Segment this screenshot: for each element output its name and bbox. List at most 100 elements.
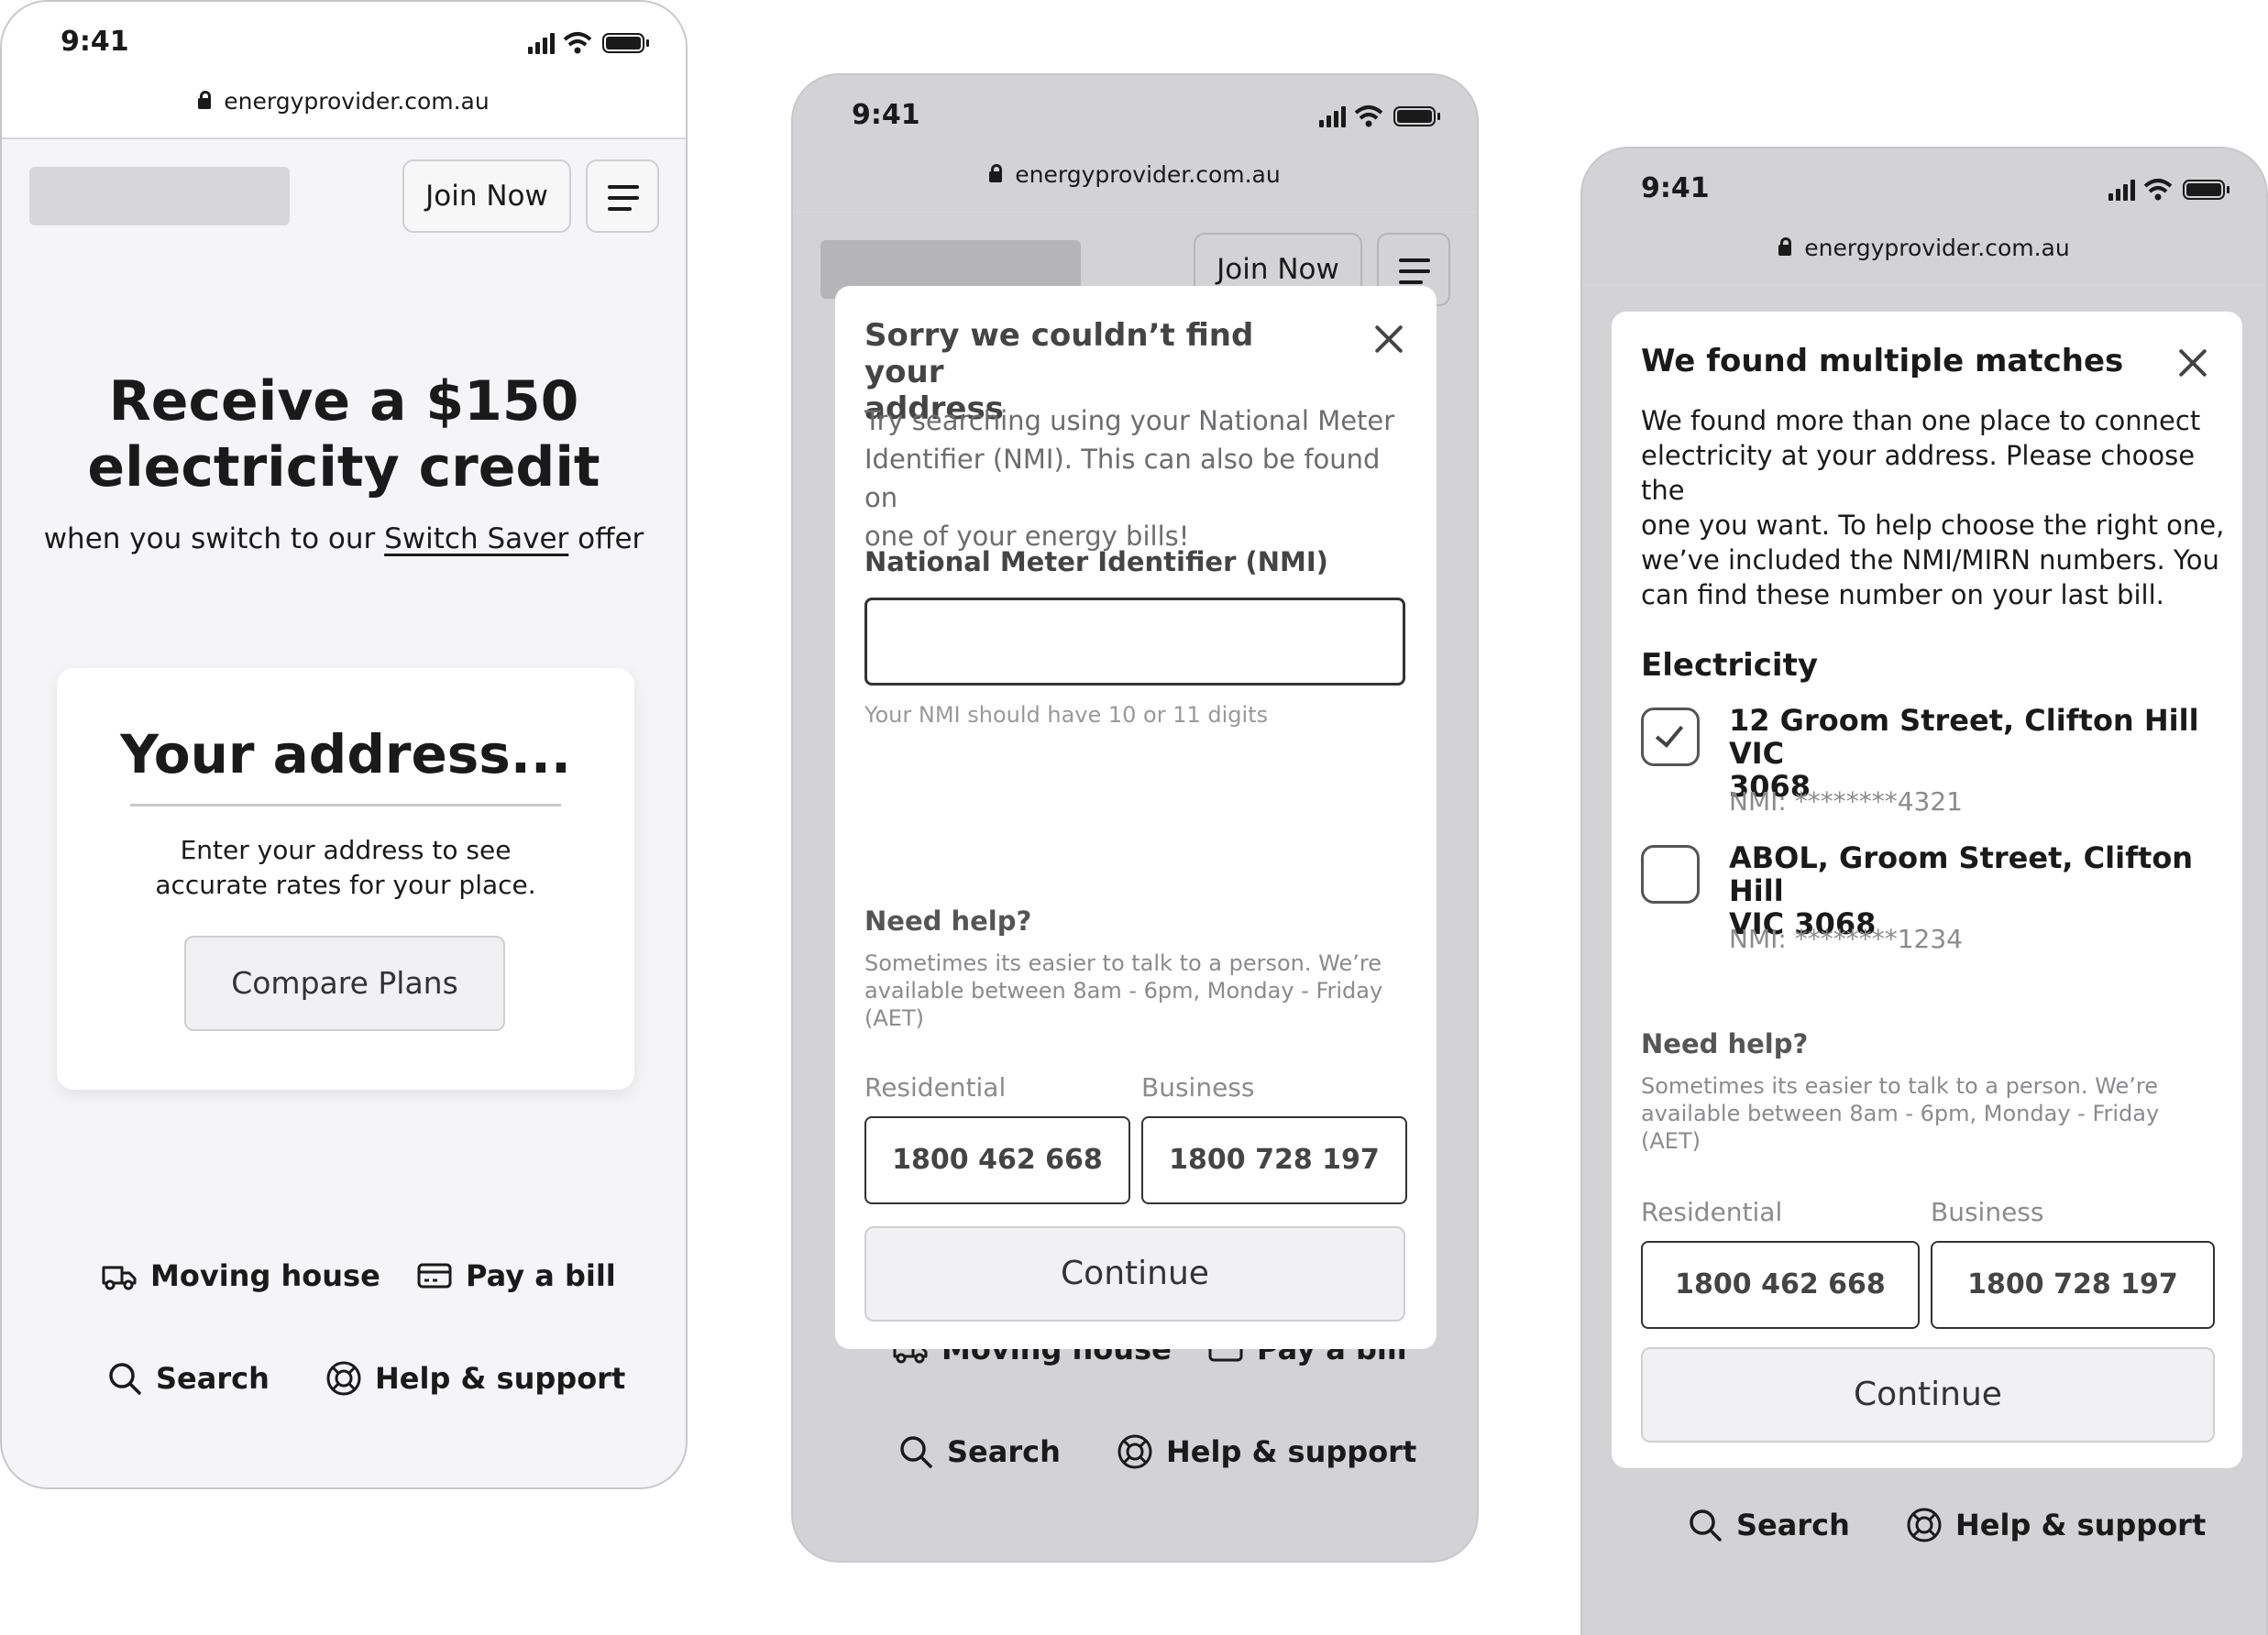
help-support-link[interactable]: Help & support (325, 1360, 625, 1397)
nmi-hint: Your NMI should have 10 or 11 digits (864, 702, 1269, 728)
address-input-heading[interactable]: Your address... (57, 723, 634, 785)
pay-bill-link[interactable]: Pay a bill (416, 1257, 616, 1294)
residential-label: Residential (864, 1072, 1007, 1103)
help-support-link: Help & support (1117, 1433, 1416, 1470)
business-label: Business (1931, 1197, 2044, 1227)
need-help-line: (AET) (1641, 1128, 1701, 1154)
hamburger-icon (1399, 258, 1430, 262)
modal-description-line: electricity at your address. Please choo… (1641, 440, 2196, 506)
need-help-heading: Need help? (1641, 1028, 1809, 1059)
need-help-text: Sometimes its easier to talk to a person… (1641, 1072, 2228, 1155)
phone-screen-multiple-matches: 9:41 energyprovider.com.au Search Help &… (1580, 147, 2268, 1635)
logo-placeholder[interactable] (29, 167, 290, 225)
business-label: Business (1141, 1072, 1255, 1103)
modal-description: We found more than one place to connect … (1641, 403, 2228, 612)
switch-saver-link[interactable]: Switch Saver (384, 522, 568, 555)
modal-description-line: Try searching using your National Meter (864, 405, 1395, 436)
status-time: 9:41 (852, 99, 920, 131)
address-bar[interactable]: energyprovider.com.au (2, 88, 686, 115)
hamburger-icon (608, 185, 639, 189)
lock-icon (989, 164, 1003, 182)
continue-button[interactable]: Continue (1641, 1347, 2215, 1443)
phone-screen-address: 9:41 energyprovider.com.au Join Now Rece… (0, 0, 688, 1489)
status-bar: 9:41 (2, 2, 686, 84)
modal-description-line: we’ve included the NMI/MIRN numbers. You (1641, 544, 2219, 576)
hamburger-icon (1399, 269, 1430, 273)
match-address-line: ABOL, Groom Street, Clifton Hill (1729, 840, 2194, 908)
match-nmi-2: NMI: ********1234 (1729, 924, 1963, 954)
modal-title-line: Sorry we couldn’t find your (864, 317, 1254, 390)
multiple-matches-modal: We found multiple matches We found more … (1612, 312, 2242, 1468)
help-support-label: Help & support (1166, 1434, 1417, 1469)
status-bar: 9:41 (1582, 148, 2266, 231)
residential-phone-button[interactable]: 1800 462 668 (864, 1116, 1130, 1204)
signal-wifi-battery-icon (1319, 105, 1440, 127)
residential-label: Residential (1641, 1197, 1783, 1227)
modal-description-line: one you want. To help choose the right o… (1641, 510, 2225, 541)
business-phone-button[interactable]: 1800 728 197 (1141, 1116, 1407, 1204)
url-text: energyprovider.com.au (1015, 161, 1281, 188)
search-icon (1690, 1509, 1722, 1542)
pay-bill-label: Pay a bill (466, 1258, 616, 1293)
help-support-label: Help & support (375, 1361, 626, 1396)
url-text: energyprovider.com.au (1804, 235, 2070, 261)
search-icon (109, 1363, 141, 1395)
need-help-heading: Need help? (864, 905, 1032, 937)
status-bar: 9:41 (793, 75, 1477, 158)
address-input-underline (130, 804, 561, 807)
address-card: Your address... Enter your address to se… (57, 668, 634, 1090)
hero-line: electricity credit (87, 435, 600, 499)
match-checkbox-1[interactable] (1641, 708, 1700, 766)
search-link: Search (1687, 1507, 1850, 1543)
nmi-field-label: National Meter Identifier (NMI) (864, 546, 1328, 577)
hero-line: Receive a $150 (108, 369, 579, 433)
address-bar[interactable]: energyprovider.com.au (793, 161, 1477, 188)
address-card-text: Enter your address to see accurate rates… (57, 833, 634, 903)
electricity-heading: Electricity (1641, 647, 1818, 684)
subtitle-text: when you switch to our (43, 522, 385, 555)
close-icon[interactable] (2174, 345, 2211, 381)
need-help-line: available between 8am - 6pm, Monday - Fr… (864, 978, 1383, 1004)
card-text-line: Enter your address to see (180, 835, 512, 865)
modal-description-line: We found more than one place to connect (1641, 405, 2201, 436)
modal-description-line: can find these number on your last bill. (1641, 579, 2164, 610)
credit-card-icon (417, 1263, 452, 1289)
card-text-line: accurate rates for your place. (155, 870, 536, 900)
need-help-line: Sometimes its easier to talk to a person… (1641, 1073, 2158, 1099)
close-icon[interactable] (1371, 321, 1407, 357)
signal-wifi-battery-icon (528, 32, 649, 54)
lock-icon (1778, 237, 1792, 256)
nmi-input[interactable] (864, 598, 1405, 686)
subtitle-text: offer (568, 522, 644, 555)
modal-title: We found multiple matches (1641, 343, 2124, 379)
modal-description-line: Identifier (NMI). This can also be found… (864, 444, 1381, 513)
status-time: 9:41 (61, 26, 129, 58)
address-bar[interactable]: energyprovider.com.au (1582, 235, 2266, 261)
match-checkbox-2[interactable] (1641, 845, 1700, 904)
hamburger-icon (608, 196, 639, 200)
continue-button[interactable]: Continue (864, 1226, 1405, 1322)
moving-house-label: Moving house (150, 1258, 380, 1293)
lifebuoy-icon (1117, 1434, 1152, 1469)
url-text: energyprovider.com.au (224, 88, 490, 115)
compare-plans-button[interactable]: Compare Plans (184, 936, 505, 1031)
lock-icon (198, 91, 212, 109)
moving-house-link[interactable]: Moving house (101, 1257, 380, 1294)
residential-phone-button[interactable]: 1800 462 668 (1641, 1241, 1920, 1329)
search-link: Search (897, 1433, 1061, 1470)
need-help-line: Sometimes its easier to talk to a person… (864, 950, 1382, 976)
lifebuoy-icon (326, 1361, 361, 1396)
signal-wifi-battery-icon (2108, 179, 2229, 201)
status-time: 9:41 (1641, 172, 1710, 204)
match-address-line: 12 Groom Street, Clifton Hill VIC (1729, 703, 2199, 771)
search-label: Search (1736, 1508, 1850, 1542)
join-now-button[interactable]: Join Now (402, 159, 571, 233)
business-phone-button[interactable]: 1800 728 197 (1931, 1241, 2215, 1329)
lifebuoy-icon (1907, 1508, 1942, 1542)
need-help-line: available between 8am - 6pm, Monday - Fr… (1641, 1101, 2160, 1126)
divider (1582, 284, 2266, 286)
hero-heading: Receive a $150 electricity credit (2, 368, 686, 500)
phone-screen-nmi-modal: 9:41 energyprovider.com.au Join Now Movi… (791, 73, 1479, 1563)
menu-button[interactable] (586, 159, 659, 233)
search-link[interactable]: Search (106, 1360, 270, 1397)
